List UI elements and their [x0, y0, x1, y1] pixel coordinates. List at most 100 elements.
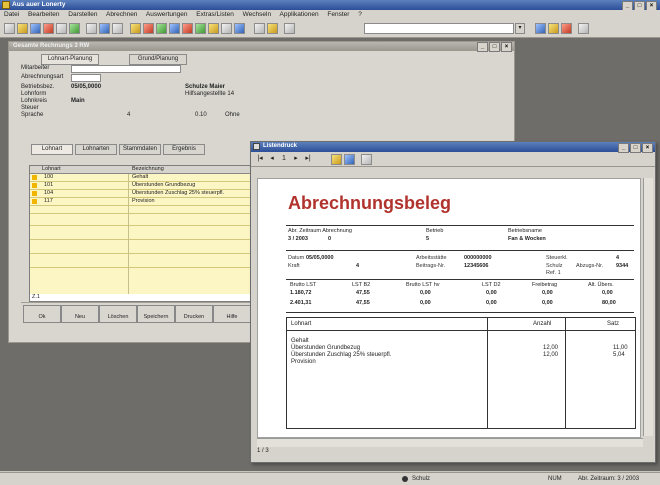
- copy-icon[interactable]: [56, 23, 67, 34]
- delete-button[interactable]: Löschen: [99, 305, 137, 323]
- tab-lohnart[interactable]: Lohnart: [31, 144, 73, 155]
- menu-bar: Datei Bearbeiten Darstellen Abrechnen Au…: [0, 10, 660, 20]
- chart-icon[interactable]: [208, 23, 219, 34]
- redo-icon[interactable]: [99, 23, 110, 34]
- info-icon[interactable]: [284, 23, 295, 34]
- tax-header: Alt. Übers.: [588, 282, 614, 288]
- dropdown-arrow-icon[interactable]: ▾: [515, 23, 525, 34]
- menu-help[interactable]: ?: [358, 11, 362, 18]
- bg-maximize-button[interactable]: □: [489, 42, 500, 52]
- settings-icon[interactable]: [254, 23, 265, 34]
- label-mitarbeiter: Mitarbeiter: [21, 65, 50, 71]
- find-icon[interactable]: [112, 23, 123, 34]
- new-button[interactable]: Neu: [61, 305, 99, 323]
- menu-bearbeiten[interactable]: Bearbeiten: [28, 11, 59, 18]
- tools-icon[interactable]: [234, 23, 245, 34]
- cut-icon[interactable]: [43, 23, 54, 34]
- list-icon[interactable]: [195, 23, 206, 34]
- report-window-title: Listendruck: [263, 143, 298, 149]
- wage-row-text: Gehalt: [291, 338, 309, 344]
- open-icon[interactable]: [17, 23, 28, 34]
- bg-close-button[interactable]: ×: [501, 42, 512, 52]
- last-page-icon[interactable]: ▸|: [303, 155, 313, 163]
- print-icon[interactable]: [331, 154, 342, 165]
- label-abrechnungsart: Abrechnungsart: [21, 74, 64, 80]
- tab-lohnarten[interactable]: Lohnarten: [75, 144, 117, 155]
- background-window-title-bar: Gesamte Rechnungs 3 RW _ □ ×: [9, 42, 514, 52]
- grid-icon[interactable]: [221, 23, 232, 34]
- grid-row[interactable]: 100 Gehalt: [30, 174, 252, 182]
- tab-lohnart-planung[interactable]: Lohnart-Planung: [41, 54, 99, 65]
- help-icon[interactable]: [578, 23, 589, 34]
- next-page-icon[interactable]: ▸: [291, 155, 301, 163]
- abrechnungsart-field[interactable]: [71, 74, 101, 82]
- new-button-label: Neu: [74, 314, 86, 320]
- employee-icon[interactable]: [169, 23, 180, 34]
- export-icon[interactable]: [344, 154, 355, 165]
- prev-page-icon[interactable]: ◂: [267, 155, 277, 163]
- grid-row[interactable]: 101 Überstunden Grundbezug: [30, 182, 252, 190]
- tax-grid: Brutto LST LST B2 Brutto LST hv LST D2 F…: [286, 279, 634, 313]
- value-employee-name: Schulze Maier: [185, 84, 226, 90]
- tax-value: 0,00: [420, 290, 431, 296]
- tax-value: 80,00: [602, 300, 616, 306]
- nav-forward-icon[interactable]: [548, 23, 559, 34]
- print-icon[interactable]: [130, 23, 141, 34]
- grid-row[interactable]: [30, 206, 252, 214]
- report-icon[interactable]: [182, 23, 193, 34]
- save-icon[interactable]: [30, 23, 41, 34]
- tab-grund-planung[interactable]: Grund/Planung: [129, 54, 187, 65]
- grid-row[interactable]: [30, 232, 252, 240]
- nav-stop-icon[interactable]: [561, 23, 572, 34]
- toolbar-search-input[interactable]: [364, 23, 514, 34]
- menu-applikationen[interactable]: Applikationen: [280, 11, 319, 18]
- wage-row-anzahl: 12,00: [543, 352, 559, 358]
- grid-row[interactable]: 117 Provision: [30, 198, 252, 206]
- wage-table: Lohnart Anzahl Satz Gehalt Überstunden G…: [286, 317, 636, 429]
- user-icon[interactable]: [267, 23, 278, 34]
- nav-back-icon[interactable]: [535, 23, 546, 34]
- tab-stammdaten[interactable]: Stammdaten: [119, 144, 161, 155]
- info-value-zeitraum: 3 / 2003: [288, 236, 308, 242]
- bg-minimize-button[interactable]: _: [477, 42, 488, 52]
- grid-row[interactable]: [30, 260, 252, 268]
- app-title-bar: Aus auer Lonerty _ □ ×: [0, 0, 660, 11]
- report-vscrollbar[interactable]: [643, 178, 653, 436]
- preview-icon[interactable]: [143, 23, 154, 34]
- save-button[interactable]: Speichern: [137, 305, 175, 323]
- tax-value: 0,00: [542, 300, 553, 306]
- app-title: Aus auer Lonerty: [12, 1, 66, 8]
- menu-wechseln[interactable]: Wechseln: [243, 11, 271, 18]
- undo-icon[interactable]: [86, 23, 97, 34]
- menu-abrechnen[interactable]: Abrechnen: [106, 11, 137, 18]
- value-betriebsbez: 05/05,0000: [71, 84, 102, 90]
- wage-table-header: Lohnart Anzahl Satz: [287, 318, 635, 331]
- report-hscrollbar[interactable]: [257, 438, 643, 447]
- menu-auswertungen[interactable]: Auswertungen: [146, 11, 188, 18]
- grid-row[interactable]: [30, 218, 252, 226]
- new-icon[interactable]: [4, 23, 15, 34]
- grid-footer: Z.1: [32, 294, 40, 300]
- menu-fenster[interactable]: Fenster: [327, 11, 349, 18]
- first-page-icon[interactable]: |◂: [255, 155, 265, 163]
- tax-value: 0,00: [602, 290, 613, 296]
- calc-icon[interactable]: [156, 23, 167, 34]
- menu-darstellen[interactable]: Darstellen: [68, 11, 97, 18]
- mitarbeiter-field[interactable]: [71, 65, 181, 73]
- grid-column-divider: [128, 174, 129, 294]
- ok-button[interactable]: Ok: [23, 305, 61, 323]
- print-button[interactable]: Drucken: [175, 305, 213, 323]
- info-header-betriebsname: Betriebsname: [508, 228, 542, 234]
- personal-value-beitrags: 12345606: [464, 263, 489, 269]
- row-marker-icon: [32, 191, 37, 196]
- grid-row[interactable]: [30, 246, 252, 254]
- grid-row[interactable]: 104 Überstunden Zuschlag 25% steuerpfl.: [30, 190, 252, 198]
- menu-datei[interactable]: Datei: [4, 11, 19, 18]
- menu-extras[interactable]: Extras/Listen: [196, 11, 234, 18]
- help-button[interactable]: Hilfe: [213, 305, 251, 323]
- info-section: Abr. Zeitraum Abrechnung 3 / 2003 0 Betr…: [286, 225, 634, 251]
- paste-icon[interactable]: [69, 23, 80, 34]
- tab-ergebnis[interactable]: Ergebnis: [163, 144, 205, 155]
- zoom-icon[interactable]: [361, 154, 372, 165]
- personal-label-arbeitsstaette: Arbeitsstätte: [416, 255, 447, 261]
